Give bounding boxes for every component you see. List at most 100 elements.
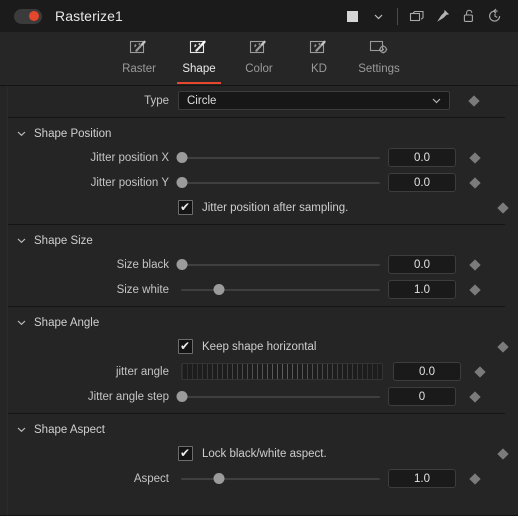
section-header-shape-aspect[interactable]: Shape Aspect — [0, 418, 518, 441]
row-slider: Size white 1.0 — [0, 277, 518, 302]
slider-handle[interactable] — [176, 390, 188, 402]
diamond-keyframe-icon — [468, 283, 481, 296]
row-slider: Jitter position Y 0.0 — [0, 170, 518, 195]
section-divider — [8, 224, 505, 225]
diamond-keyframe-icon — [473, 365, 486, 378]
slider-handle[interactable] — [213, 283, 225, 295]
value-field[interactable]: 0.0 — [388, 148, 456, 167]
row-checkbox: ✔ Keep shape horizontal — [0, 334, 518, 359]
type-dropdown[interactable]: Circle — [178, 91, 450, 110]
checkbox-label: Keep shape horizontal — [202, 340, 317, 353]
diamond-keyframe-icon — [468, 151, 481, 164]
chevron-down-icon — [17, 131, 26, 137]
slider-handle[interactable] — [213, 472, 225, 484]
reset-button[interactable] — [482, 3, 508, 29]
diamond-keyframe-icon — [496, 340, 509, 353]
section-header-shape-angle[interactable]: Shape Angle — [0, 311, 518, 334]
gear-icon — [368, 37, 390, 59]
row-type: Type Circle — [0, 88, 518, 113]
checkbox-group: ✔ Jitter position after sampling. — [178, 200, 479, 215]
keyframe-button[interactable] — [487, 340, 518, 353]
slider-handle[interactable] — [176, 151, 188, 163]
section-title: Shape Aspect — [34, 423, 105, 436]
row-label: Size black — [116, 258, 169, 271]
controls-panel: Type Circle Shape Position Jitter positio… — [0, 86, 518, 516]
keyframe-button[interactable] — [464, 365, 495, 378]
color-swatch-icon — [346, 10, 358, 22]
toggle-knob — [29, 11, 39, 21]
row-slider: Aspect 1.0 — [0, 466, 518, 491]
checkbox-label: Lock black/white aspect. — [202, 447, 327, 460]
slider-control[interactable] — [176, 148, 383, 168]
row-label: Jitter position Y — [90, 176, 169, 189]
value-field[interactable]: 0.0 — [393, 362, 461, 381]
section-header-shape-position[interactable]: Shape Position — [0, 122, 518, 145]
checkbox-group: ✔ Lock black/white aspect. — [178, 446, 479, 461]
magic-wand-icon — [249, 40, 266, 54]
keyframe-button[interactable] — [459, 472, 490, 485]
keyframe-button[interactable] — [459, 258, 490, 271]
magic-wand-icon — [309, 40, 326, 54]
tab-shape[interactable]: Shape — [169, 32, 229, 84]
slider-control[interactable] — [178, 469, 383, 489]
tab-color[interactable]: Color — [229, 32, 289, 84]
section-divider — [8, 117, 505, 118]
checkbox[interactable]: ✔ — [178, 200, 193, 215]
pin-icon — [437, 9, 450, 22]
section-divider — [8, 413, 505, 414]
row-checkbox: ✔ Lock black/white aspect. — [0, 441, 518, 466]
row-slider: Jitter position X 0.0 — [0, 145, 518, 170]
diamond-keyframe-icon — [468, 176, 481, 189]
magic-wand-icon — [129, 40, 146, 54]
row-label: Aspect — [133, 472, 169, 485]
pin-button[interactable] — [430, 3, 456, 29]
row-label: jitter angle — [115, 365, 169, 378]
chevron-down-icon — [432, 98, 441, 104]
slider-handle[interactable] — [176, 176, 188, 188]
slider-track — [181, 156, 380, 159]
duplicate-panel-button[interactable] — [404, 3, 430, 29]
slider-control[interactable] — [176, 387, 383, 407]
node-titlebar: Rasterize1 — [0, 0, 518, 32]
tab-label: Color — [245, 63, 273, 75]
row-slider: Size black 0.0 — [0, 252, 518, 277]
slider-control[interactable] — [176, 173, 383, 193]
diamond-keyframe-icon — [496, 447, 509, 460]
magic-wand-icon — [189, 40, 206, 54]
tab-settings[interactable]: Settings — [349, 32, 409, 84]
value-field[interactable]: 0.0 — [388, 173, 456, 192]
slider-handle[interactable] — [176, 258, 188, 270]
slider-control[interactable] — [176, 255, 383, 275]
keyframe-button[interactable] — [487, 447, 518, 460]
checkbox[interactable]: ✔ — [178, 446, 193, 461]
tab-raster[interactable]: Raster — [109, 32, 169, 84]
diamond-keyframe-icon — [467, 94, 480, 107]
magic-wand-icon — [128, 37, 150, 59]
keyframe-button[interactable] — [487, 201, 518, 214]
node-color-swatch-button[interactable] — [339, 3, 365, 29]
chevron-down-icon — [374, 14, 382, 19]
lock-button[interactable] — [456, 3, 482, 29]
slider-track — [181, 181, 380, 184]
value-field[interactable]: 0.0 — [388, 255, 456, 274]
diamond-keyframe-icon — [468, 390, 481, 403]
section-title: Shape Position — [34, 127, 112, 140]
checkbox[interactable]: ✔ — [178, 339, 193, 354]
node-enable-toggle[interactable] — [14, 8, 42, 24]
value-field[interactable]: 1.0 — [388, 469, 456, 488]
checkbox-group: ✔ Keep shape horizontal — [178, 339, 479, 354]
slider-control[interactable] — [178, 280, 383, 300]
angle-wheel-control[interactable] — [181, 363, 383, 380]
node-color-dropdown-button[interactable] — [365, 3, 391, 29]
section-header-shape-size[interactable]: Shape Size — [0, 229, 518, 252]
keyframe-button[interactable] — [459, 176, 490, 189]
keyframe-button[interactable] — [458, 94, 489, 107]
keyframe-button[interactable] — [459, 283, 490, 296]
inspector-panel: Rasterize1 Raster Shape Color KD Setting… — [0, 0, 518, 516]
keyframe-button[interactable] — [459, 151, 490, 164]
row-slider: Jitter angle step 0 — [0, 384, 518, 409]
value-field[interactable]: 1.0 — [388, 280, 456, 299]
tab-kd[interactable]: KD — [289, 32, 349, 84]
value-field[interactable]: 0 — [388, 387, 456, 406]
keyframe-button[interactable] — [459, 390, 490, 403]
